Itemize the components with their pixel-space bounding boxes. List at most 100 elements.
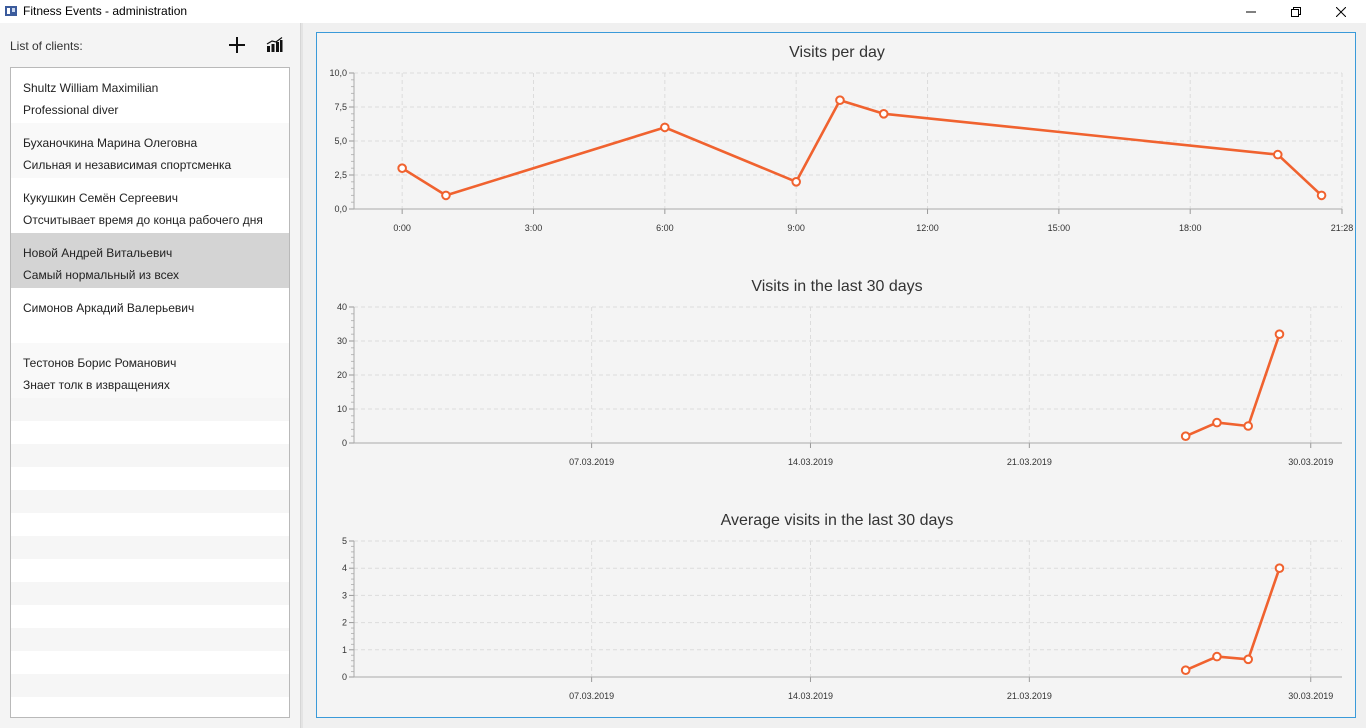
x-tick-label: 9:00 (787, 223, 805, 233)
series-line (401, 98, 1323, 197)
data-point[interactable] (878, 109, 889, 119)
minimize-icon (1246, 11, 1256, 12)
x-tick-label: 07.03.2019 (569, 457, 614, 467)
data-point[interactable] (660, 122, 670, 133)
empty-list-row (11, 421, 289, 444)
chart-3: Average visits in the last 30 days 0 1 2 3 4 5… (342, 512, 1342, 701)
empty-list-row (11, 467, 289, 490)
y-tick-label: 4 (342, 563, 347, 573)
y-tick-label: 5 (342, 536, 347, 546)
x-tick-label: 07.03.2019 (569, 691, 614, 701)
y-tick-label: 30 (337, 336, 347, 346)
empty-list-row (11, 513, 289, 536)
minimize-button[interactable] (1228, 0, 1274, 23)
empty-list-row (11, 536, 289, 559)
client-note: Самый нормальный из всех (23, 268, 180, 282)
x-tick-label: 30.03.2019 (1288, 691, 1333, 701)
close-icon (1336, 6, 1346, 17)
client-name: Симонов Аркадий Валерьевич (23, 301, 195, 315)
empty-list-row (11, 490, 289, 513)
y-tick-label: 3 (342, 590, 347, 600)
y-tick-label: 10,0 (329, 68, 347, 78)
empty-list-row (11, 674, 289, 697)
empty-list-row (11, 444, 289, 467)
x-tick-label: 15:00 (1048, 223, 1071, 233)
x-tick-label: 21.03.2019 (1007, 457, 1052, 467)
empty-list-row (11, 582, 289, 605)
client-list-item[interactable]: Shultz William Maximilian Professional di… (11, 68, 289, 123)
series-line (1185, 333, 1281, 438)
data-point[interactable] (1243, 654, 1254, 665)
data-point[interactable] (441, 190, 451, 201)
client-list-item[interactable]: Симонов Аркадий Валерьевич (11, 288, 289, 343)
add-client-button[interactable] (226, 34, 248, 56)
y-tick-label: 20 (337, 370, 347, 380)
split-divider[interactable] (300, 23, 303, 728)
client-name: Тестонов Борис Романович (23, 356, 177, 370)
x-tick-label: 18:00 (1179, 223, 1202, 233)
data-point[interactable] (1272, 149, 1283, 160)
window-title: Fitness Events - administration (23, 4, 188, 18)
title-bar: Fitness Events - administration (0, 0, 1366, 23)
y-tick-label: 0 (342, 438, 347, 448)
client-list-item[interactable]: Тестонов Борис Романович Знает толк в изв… (11, 343, 289, 398)
close-button[interactable] (1318, 0, 1364, 23)
data-point[interactable] (835, 95, 845, 105)
x-tick-label: 30.03.2019 (1288, 457, 1333, 467)
data-point[interactable] (1243, 421, 1254, 431)
y-tick-label: 0 (342, 672, 347, 682)
empty-list-row (11, 651, 289, 674)
client-note: Знает толк в извращениях (23, 378, 170, 392)
y-tick-label: 5,0 (334, 136, 347, 146)
chart-title: Average visits in the last 30 days (721, 512, 954, 529)
y-tick-label: 0,0 (334, 204, 347, 214)
data-point[interactable] (1212, 651, 1222, 662)
clients-sidebar: List of clients: Shultz William Maximili… (0, 23, 300, 728)
empty-list-row (11, 605, 289, 628)
client-list-item[interactable]: Буханочкина Марина Олеговна Сильная и нез… (11, 123, 289, 178)
statistics-button[interactable] (263, 34, 285, 56)
y-tick-label: 2,5 (334, 170, 347, 180)
client-list-item[interactable]: Кукушкин Семён Сергеевич Отсчитывает врем… (11, 178, 289, 233)
data-point[interactable] (1316, 190, 1327, 201)
chart-title: Visits per day (789, 44, 885, 61)
y-tick-label: 40 (337, 302, 347, 312)
data-point[interactable] (1212, 417, 1222, 428)
y-tick-label: 2 (342, 618, 347, 628)
x-tick-label: 21:28 (1331, 223, 1354, 233)
client-list-item[interactable]: Новой Андрей Витальевич Самый нормальный … (11, 233, 289, 288)
client-name: Новой Андрей Витальевич (23, 246, 173, 260)
empty-list-row (11, 628, 289, 651)
y-tick-label: 1 (342, 645, 347, 655)
plus-icon (229, 37, 245, 53)
charts-panel: Visits per day 0,0 2,5 5,0 7,5 10,0 0:00 3:00 6:… (316, 32, 1356, 718)
data-point[interactable] (397, 163, 407, 173)
restore-icon (1291, 6, 1301, 17)
empty-list-row (11, 559, 289, 582)
x-tick-label: 6:00 (656, 223, 674, 233)
client-note: Professional diver (23, 103, 119, 117)
clients-label: List of clients: (10, 39, 83, 53)
client-list[interactable]: Shultz William Maximilian Professional di… (10, 67, 290, 718)
x-tick-label: 14.03.2019 (788, 691, 833, 701)
data-point[interactable] (1274, 563, 1285, 573)
data-point[interactable] (1180, 665, 1191, 675)
chart-title: Visits in the last 30 days (751, 278, 922, 295)
data-point[interactable] (1274, 329, 1285, 339)
series-line (1185, 567, 1281, 672)
chart-1: Visits per day 0,0 2,5 5,0 7,5 10,0 0:00 3:00 6:… (329, 44, 1354, 233)
x-tick-label: 12:00 (916, 223, 939, 233)
app-icon (5, 6, 17, 16)
client-note: Сильная и независимая спортсменка (23, 158, 232, 172)
x-tick-label: 14.03.2019 (788, 457, 833, 467)
client-name: Кукушкин Семён Сергеевич (23, 191, 178, 205)
empty-list-row (11, 398, 289, 421)
client-name: Буханочкина Марина Олеговна (23, 136, 198, 150)
client-name: Shultz William Maximilian (23, 81, 159, 95)
restore-button[interactable] (1273, 0, 1319, 23)
x-tick-label: 21.03.2019 (1007, 691, 1052, 701)
data-point[interactable] (791, 177, 801, 187)
x-tick-label: 3:00 (525, 223, 543, 233)
client-note: Отсчитывает время до конца рабочего дня (23, 213, 263, 227)
data-point[interactable] (1180, 431, 1191, 441)
